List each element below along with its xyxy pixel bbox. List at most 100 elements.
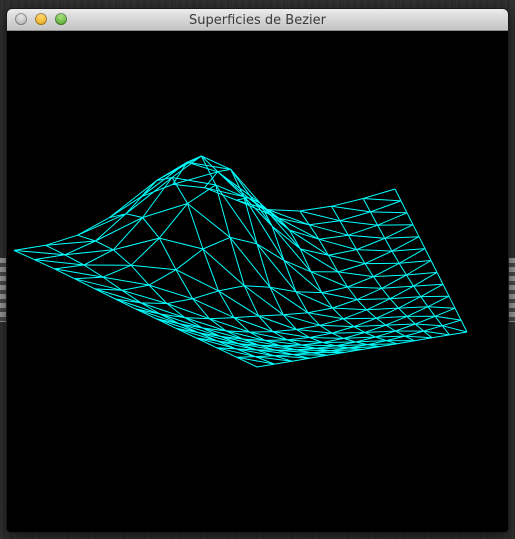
wire-segment	[385, 324, 396, 332]
wire-segment	[431, 334, 450, 339]
wire-segment	[309, 332, 332, 338]
wire-segment	[319, 318, 344, 326]
wire-segment	[398, 306, 428, 309]
wire-segment	[322, 341, 356, 343]
wire-segment	[301, 344, 336, 347]
wire-segment	[348, 224, 378, 236]
wire-segment	[229, 237, 245, 286]
wire-segment	[406, 212, 414, 225]
wire-segment	[158, 237, 177, 270]
wire-segment	[77, 213, 127, 236]
close-icon[interactable]	[15, 13, 27, 25]
wire-segment	[442, 284, 450, 297]
wire-segment	[369, 211, 379, 226]
wire-segment	[389, 285, 414, 300]
window-titlebar[interactable]: Superficies de Bezier	[7, 9, 508, 31]
wire-segment	[291, 357, 310, 362]
wire-segment	[391, 250, 400, 264]
wire-segment	[142, 217, 160, 239]
wire-segment	[318, 234, 349, 240]
wire-segment	[364, 250, 393, 265]
wire-segment	[319, 324, 355, 328]
wire-segment	[366, 307, 399, 311]
wire-segment	[423, 325, 443, 332]
app-window[interactable]: Superficies de Bezier	[7, 9, 508, 532]
wire-segment	[398, 307, 408, 317]
opengl-canvas[interactable]	[7, 31, 508, 532]
wire-segment	[405, 274, 415, 287]
wire-segment	[427, 306, 456, 309]
wire-segment	[390, 296, 421, 300]
wire-segment	[13, 244, 46, 251]
wire-segment	[414, 337, 433, 342]
wire-segment	[406, 316, 416, 325]
wire-segment	[77, 234, 96, 242]
wire-segment	[74, 278, 96, 290]
wire-segment	[209, 317, 235, 320]
wire-segment	[424, 248, 432, 261]
bezier-surface-wireframe	[13, 155, 468, 368]
wire-segment	[244, 285, 271, 288]
wire-segment	[112, 217, 143, 251]
wire-segment	[384, 224, 414, 239]
wire-segment	[156, 155, 202, 182]
wire-segment	[272, 329, 297, 333]
wire-segment	[394, 188, 402, 202]
wire-segment	[307, 307, 333, 314]
wire-segment	[343, 337, 356, 343]
wire-segment	[258, 314, 284, 317]
wire-segment	[287, 337, 310, 341]
wire-segment	[375, 336, 387, 342]
wire-segment	[74, 278, 123, 291]
wire-segment	[339, 211, 371, 222]
wire-segment	[328, 254, 366, 265]
wire-segment	[175, 248, 204, 271]
zoom-icon[interactable]	[55, 13, 67, 25]
wire-segment	[267, 209, 300, 212]
wire-segment	[415, 323, 443, 327]
minimize-icon[interactable]	[35, 13, 47, 25]
wire-segment	[140, 180, 157, 198]
wire-segment	[296, 324, 320, 330]
wire-segment	[400, 200, 408, 214]
wire-segment	[309, 337, 344, 339]
wire-segment	[412, 224, 420, 237]
wire-segment	[384, 238, 393, 252]
wire-segment	[171, 155, 202, 178]
wire-segment	[384, 236, 420, 239]
wire-segment	[413, 285, 422, 297]
wire-segment	[343, 317, 377, 320]
wire-segment	[131, 264, 177, 271]
wire-segment	[331, 326, 355, 334]
wire-segment	[229, 237, 271, 288]
wire-segment	[372, 276, 383, 289]
wire-segment	[113, 237, 160, 251]
wire-segment	[236, 356, 256, 358]
wire-segment	[356, 299, 368, 311]
wire-segment	[295, 291, 322, 294]
wire-segment	[357, 298, 391, 301]
wire-segment	[158, 203, 188, 239]
wire-segment	[356, 249, 393, 252]
wire-segment	[192, 290, 219, 300]
wire-segment	[310, 271, 348, 288]
wire-segment	[364, 263, 374, 277]
wire-segment	[449, 331, 468, 336]
wire-segment	[102, 264, 132, 278]
wire-segment	[187, 203, 204, 250]
wire-segment	[332, 307, 367, 311]
wire-segment	[140, 183, 173, 198]
wire-segment	[309, 220, 340, 226]
wire-segment	[347, 286, 382, 289]
wire-segment	[356, 287, 383, 301]
wire-segment	[202, 236, 231, 250]
wire-segment	[385, 323, 416, 326]
wire-segment	[420, 283, 444, 298]
wire-segment	[377, 224, 414, 226]
window-title: Superficies de Bezier	[188, 13, 326, 28]
wire-segment	[95, 240, 114, 251]
wire-segment	[74, 276, 103, 280]
wire-segment	[435, 315, 462, 321]
wire-segment	[376, 317, 387, 326]
wire-segment	[398, 263, 407, 276]
